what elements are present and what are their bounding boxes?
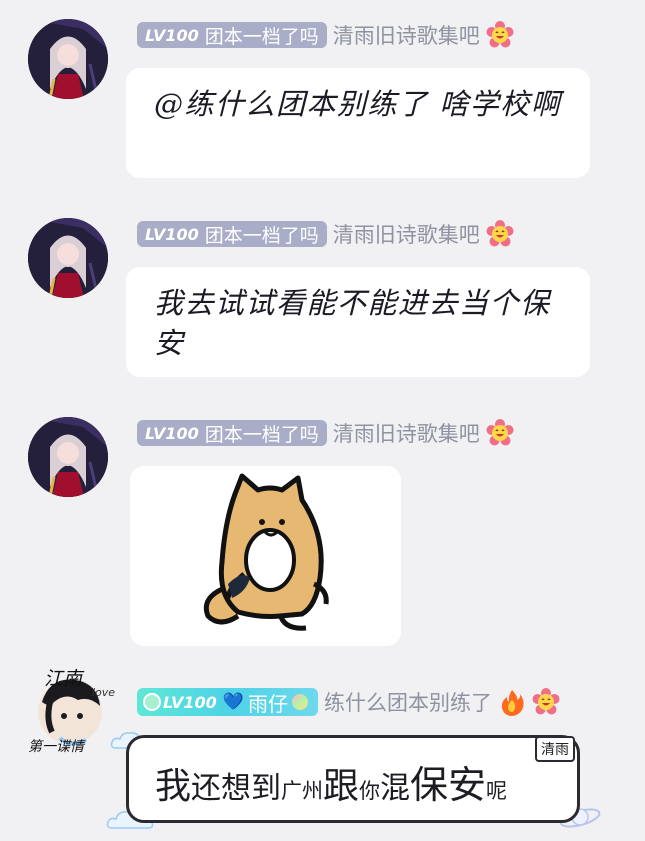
bubble-corner-label: 清雨	[535, 736, 575, 762]
level-label: LV100	[163, 692, 217, 712]
text-part: 广州	[281, 779, 324, 803]
text-part: 跟	[323, 766, 360, 807]
avatar[interactable]	[28, 19, 108, 99]
message-header: LV100 团本一档了吗 清雨旧诗歌集吧	[137, 218, 514, 250]
sender-name[interactable]: 清雨旧诗歌集吧	[333, 219, 480, 249]
sender-name[interactable]: 清雨旧诗歌集吧	[333, 418, 480, 448]
cat-sticker-icon	[203, 473, 329, 631]
message-header: LV100 团本一档了吗 清雨旧诗歌集吧	[137, 19, 514, 51]
group-title-badge: LV100 💙 雨仔	[137, 688, 318, 716]
level-label: LV100	[145, 25, 199, 45]
text-part: 保安	[410, 763, 487, 807]
text-part: 还想到	[191, 771, 282, 806]
smiley-flower-icon	[486, 220, 514, 247]
message-text: 我去试试看能不能进去当个保安	[154, 286, 551, 360]
text-part: 你	[359, 779, 381, 803]
avatar-deco-text-bottom: 第一谍情	[28, 739, 84, 755]
avatar-deco-text-side: love	[92, 686, 116, 699]
avatar[interactable]	[28, 218, 108, 298]
group-title-badge: LV100 团本一档了吗	[137, 22, 327, 48]
fire-icon	[501, 690, 524, 716]
avatar[interactable]: 江南 love 第一谍情	[20, 662, 120, 762]
sender-name[interactable]: 清雨旧诗歌集吧	[333, 20, 480, 50]
group-title: 雨仔	[247, 691, 288, 716]
message-header: LV100 💙 雨仔 练什么团本别练了	[137, 686, 560, 718]
group-title-badge: LV100 团本一档了吗	[137, 420, 327, 446]
smiley-flower-icon	[486, 21, 514, 48]
message-text: @练什么团本别练了 啥学校啊	[154, 87, 562, 121]
group-title: 团本一档了吗	[204, 224, 319, 247]
sender-name[interactable]: 练什么团本别练了	[324, 687, 492, 717]
group-title-badge: LV100 团本一档了吗	[137, 221, 327, 247]
message-text: 我还想到广州跟你混保安呢	[155, 754, 507, 809]
message-bubble[interactable]: 清雨 我还想到广州跟你混保安呢	[126, 735, 580, 823]
message-bubble[interactable]: @练什么团本别练了 啥学校啊	[126, 68, 590, 178]
heart-icon: 💙	[222, 692, 244, 712]
level-label: LV100	[145, 423, 199, 443]
smiley-flower-icon	[486, 419, 514, 446]
smiley-flower-icon	[532, 688, 560, 715]
avatar[interactable]	[28, 417, 108, 497]
text-part: 呢	[486, 779, 508, 803]
message-header: LV100 团本一档了吗 清雨旧诗歌集吧	[137, 417, 514, 449]
message-bubble[interactable]: 我去试试看能不能进去当个保安	[126, 267, 590, 377]
text-part: 我	[155, 766, 192, 807]
level-label: LV100	[145, 224, 199, 244]
text-part: 混	[380, 771, 411, 806]
group-title: 团本一档了吗	[204, 25, 319, 48]
group-title: 团本一档了吗	[204, 423, 319, 446]
sticker-bubble[interactable]	[130, 466, 401, 646]
avatar-deco-text-top: 江南	[44, 668, 83, 690]
